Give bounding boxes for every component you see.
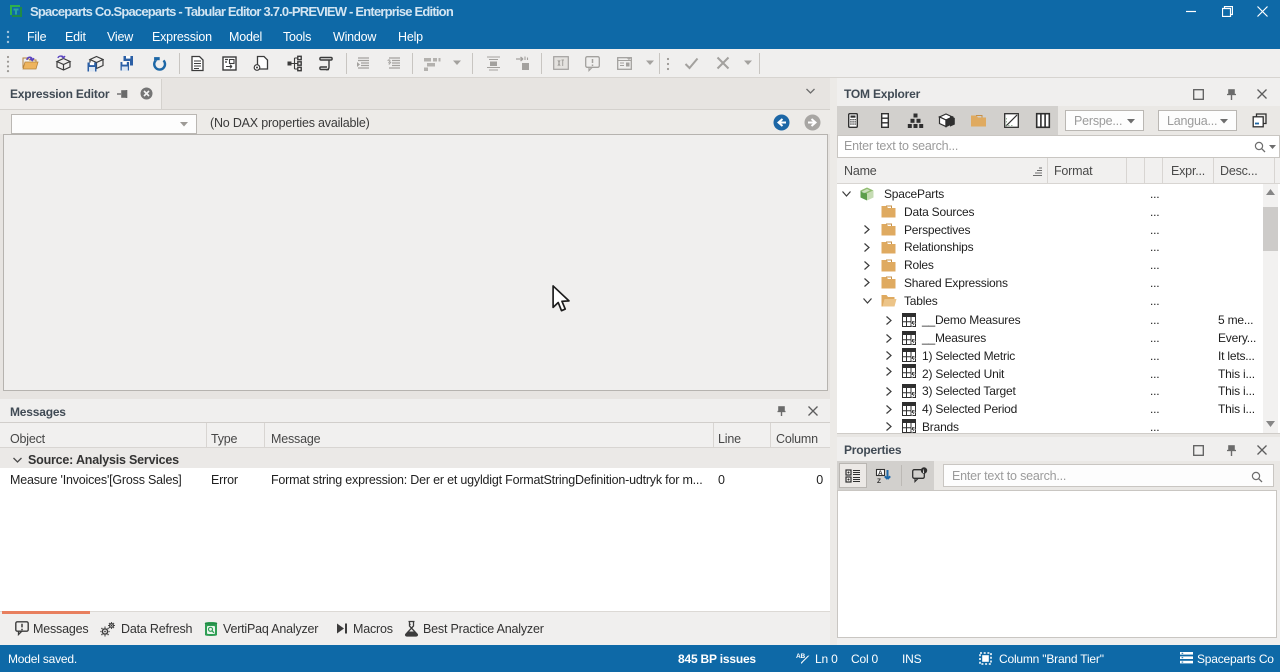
svg-text:AB: AB — [796, 653, 805, 660]
svg-text:Z: Z — [877, 478, 881, 484]
svg-text:A: A — [878, 470, 883, 477]
